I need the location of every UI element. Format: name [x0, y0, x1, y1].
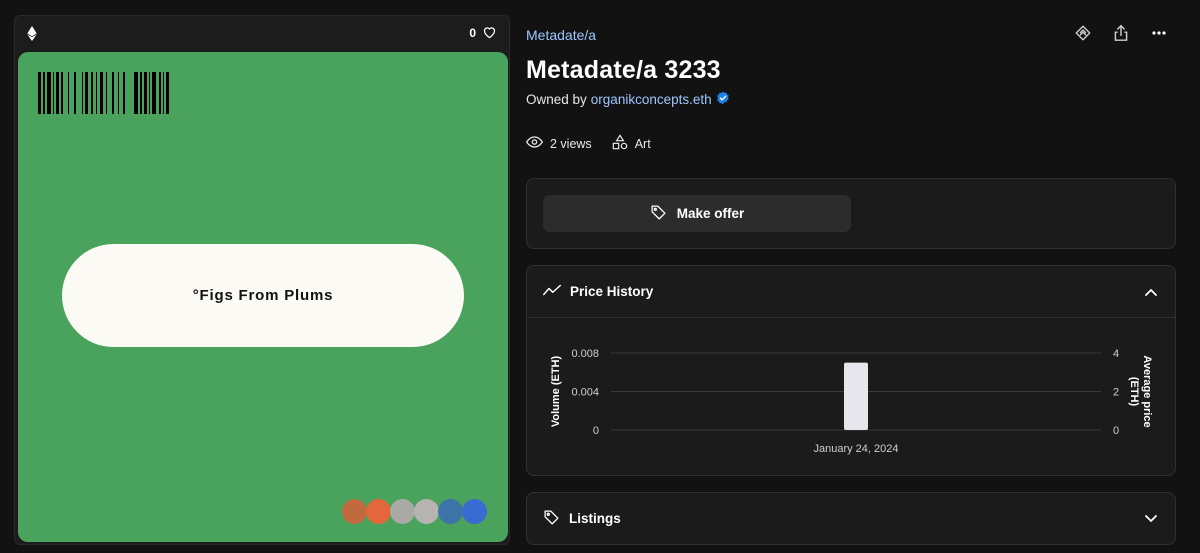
media-card: 0 °Figs From Plums: [14, 15, 510, 545]
collection-link[interactable]: Metadate/a: [526, 27, 596, 43]
listings-title: Listings: [569, 511, 621, 526]
verified-badge-icon: [716, 91, 730, 108]
price-history-chart: 0 0.004 0.008 0 2 4 Volume (ETH) Average price(…: [550, 348, 1153, 455]
color-swatches: [342, 499, 487, 524]
refresh-metadata-icon[interactable]: [1074, 24, 1092, 42]
x-axis-tick-label: January 24, 2024: [813, 443, 898, 455]
color-swatch: [390, 499, 415, 524]
chevron-down-icon[interactable]: [1145, 510, 1157, 528]
make-offer-label: Make offer: [676, 206, 745, 221]
color-swatch: [438, 499, 463, 524]
left-axis-tick-label: 0.004: [571, 387, 599, 399]
shapes-icon: [612, 134, 628, 153]
offer-panel: Make offer: [526, 178, 1176, 249]
trend-line-icon: [543, 284, 561, 299]
left-axis-title: Volume (ETH): [550, 356, 562, 428]
artwork-title-pill: °Figs From Plums: [62, 244, 464, 347]
volume-bar: [844, 362, 868, 430]
right-axis-tick-label: 4: [1113, 348, 1119, 360]
left-axis-tick-label: 0.008: [571, 348, 599, 360]
left-axis-tick-label: 0: [593, 425, 599, 437]
price-history-title: Price History: [570, 284, 654, 299]
category-stat[interactable]: Art: [612, 134, 651, 153]
owner-line: Owned by organikconcepts.eth: [526, 91, 730, 108]
more-options-icon[interactable]: [1150, 24, 1168, 42]
price-history-panel: Price History 0 0.004 0.008 0 2 4 Volume (ETH)…: [526, 265, 1176, 476]
listings-header[interactable]: Listings: [527, 493, 1175, 544]
owner-prefix: Owned by: [526, 92, 587, 107]
color-swatch: [462, 499, 487, 524]
make-offer-button[interactable]: Make offer: [543, 195, 851, 232]
tag-icon: [650, 204, 667, 224]
eye-icon: [525, 136, 544, 151]
item-stats: 2 views Art: [525, 134, 651, 153]
price-history-header[interactable]: Price History: [527, 266, 1175, 318]
barcode-graphic: [38, 72, 169, 114]
right-axis-title: Average price: [1141, 355, 1153, 427]
color-swatch: [342, 499, 367, 524]
color-swatch: [366, 499, 391, 524]
tag-icon: [543, 509, 560, 529]
favorite-button[interactable]: 0: [469, 25, 497, 42]
views-stat: 2 views: [525, 136, 592, 151]
right-axis-tick-label: 0: [1113, 425, 1119, 437]
right-axis-tick-label: 2: [1113, 387, 1119, 399]
chevron-up-icon[interactable]: [1145, 283, 1157, 301]
ethereum-icon: [27, 25, 37, 41]
favorite-count: 0: [469, 26, 476, 40]
nft-artwork[interactable]: °Figs From Plums: [18, 52, 508, 542]
media-topbar: 0: [15, 16, 509, 50]
right-axis-title: (ETH): [1128, 377, 1140, 407]
artwork-title-text: °Figs From Plums: [192, 287, 334, 304]
views-count: 2 views: [550, 136, 592, 151]
share-icon[interactable]: [1112, 24, 1130, 42]
item-title: Metadate/a 3233: [526, 56, 721, 84]
item-actions: [1074, 24, 1168, 42]
category-label: Art: [634, 136, 651, 151]
heart-icon: [482, 25, 497, 42]
owner-link[interactable]: organikconcepts.eth: [591, 92, 712, 107]
color-swatch: [414, 499, 439, 524]
listings-panel: Listings: [526, 492, 1176, 545]
